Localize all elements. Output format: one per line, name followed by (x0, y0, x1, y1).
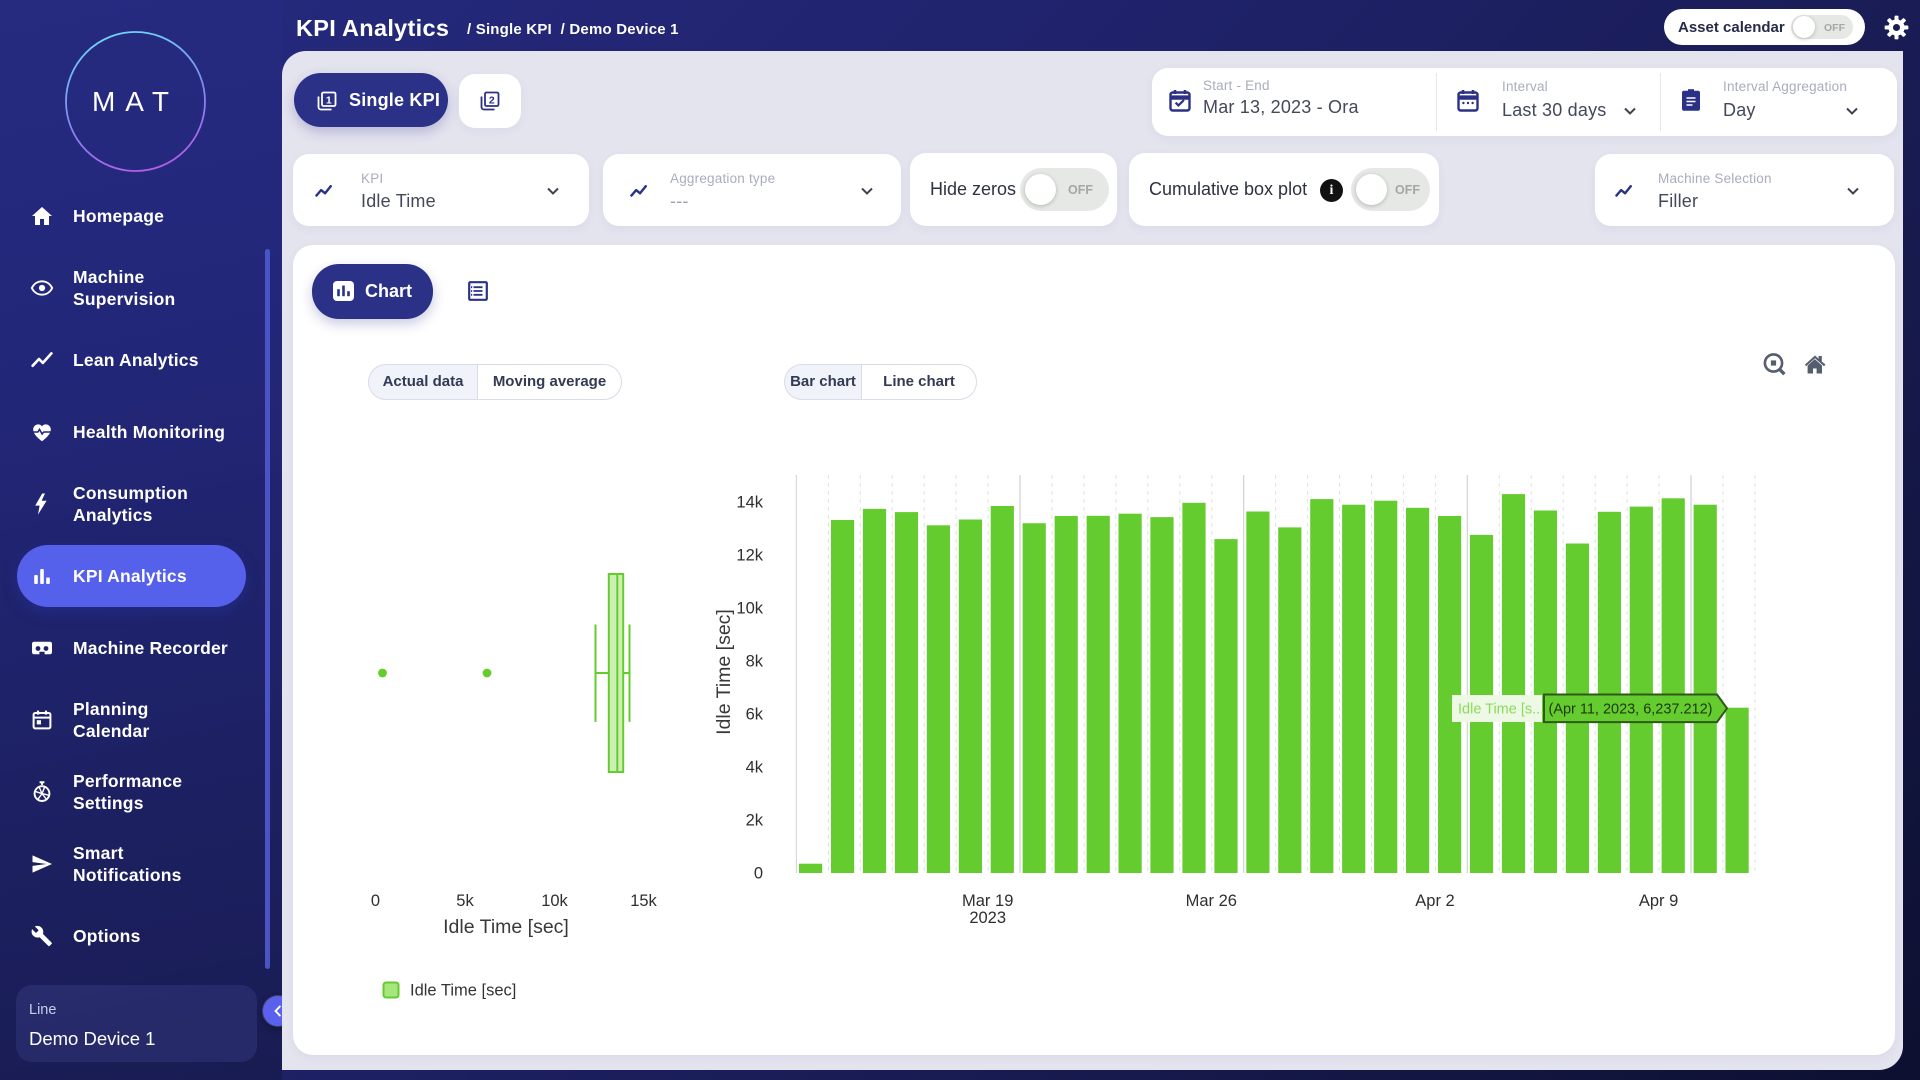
svg-text:(Apr 11, 2023, 6,237.212): (Apr 11, 2023, 6,237.212) (1549, 702, 1713, 718)
svg-text:8k: 8k (746, 653, 764, 671)
svg-text:2k: 2k (746, 812, 764, 830)
svg-text:10k: 10k (541, 892, 568, 910)
svg-text:Idle Time [sec]: Idle Time [sec] (410, 982, 516, 1000)
svg-text:Mar 19: Mar 19 (962, 892, 1013, 910)
svg-text:Mar 26: Mar 26 (1186, 892, 1237, 910)
svg-text:MAT: MAT (92, 86, 179, 117)
svg-text:1: 1 (326, 94, 332, 106)
svg-text:Idle Time [s...: Idle Time [s... (1458, 702, 1544, 718)
svg-text:15k: 15k (630, 892, 657, 910)
svg-text:2: 2 (489, 94, 495, 106)
svg-text:0: 0 (754, 865, 763, 883)
svg-text:6k: 6k (746, 706, 764, 724)
svg-text:14k: 14k (736, 494, 763, 512)
svg-text:10k: 10k (736, 600, 763, 618)
svg-text:Apr 2: Apr 2 (1415, 892, 1454, 910)
svg-text:Idle Time [sec]: Idle Time [sec] (713, 609, 735, 735)
svg-text:5k: 5k (456, 892, 474, 910)
svg-text:Idle Time [sec]: Idle Time [sec] (443, 916, 569, 938)
svg-text:12k: 12k (736, 547, 763, 565)
svg-text:2023: 2023 (969, 909, 1006, 927)
svg-text:0: 0 (371, 892, 380, 910)
svg-text:Apr 9: Apr 9 (1639, 892, 1678, 910)
svg-text:4k: 4k (746, 759, 764, 777)
